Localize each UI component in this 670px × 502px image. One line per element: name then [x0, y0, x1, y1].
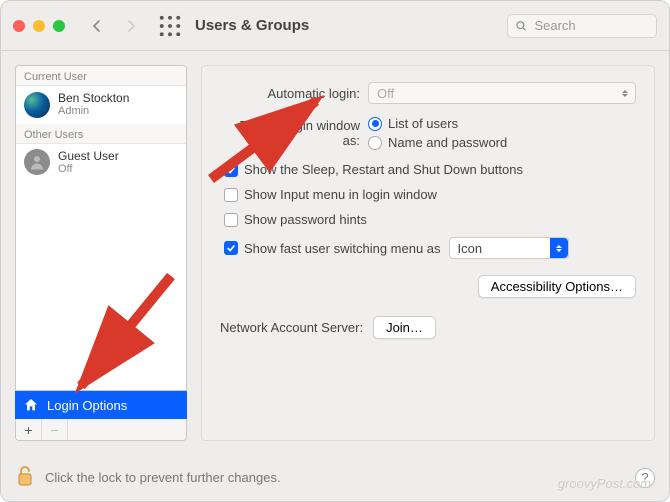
- login-options-button[interactable]: Login Options: [15, 391, 187, 419]
- check-input-menu[interactable]: Show Input menu in login window: [224, 187, 636, 202]
- main-panel: Automatic login: Off Display login windo…: [201, 65, 655, 441]
- user-name: Ben Stockton: [58, 91, 129, 105]
- other-user-row[interactable]: Guest User Off: [16, 144, 186, 182]
- check-password-hints[interactable]: Show password hints: [224, 212, 636, 227]
- radio-list-of-users[interactable]: List of users: [368, 116, 507, 131]
- checkbox-icon: [224, 188, 238, 202]
- checkbox-icon: [224, 241, 238, 255]
- automatic-login-label: Automatic login:: [220, 86, 360, 101]
- lock-row: Click the lock to prevent further change…: [15, 464, 655, 491]
- network-server-label: Network Account Server:: [220, 320, 363, 335]
- fast-switch-value: Icon: [458, 241, 483, 256]
- user-name: Guest User: [58, 149, 119, 163]
- search-field[interactable]: [507, 14, 657, 38]
- user-list: Current User Ben Stockton Admin Other Us…: [15, 65, 187, 391]
- lock-text: Click the lock to prevent further change…: [45, 470, 281, 485]
- radio-icon: [368, 136, 382, 150]
- help-button[interactable]: ?: [635, 468, 655, 488]
- forward-button[interactable]: [119, 14, 143, 38]
- other-users-header: Other Users: [16, 124, 186, 144]
- check-label: Show the Sleep, Restart and Shut Down bu…: [244, 162, 523, 177]
- display-window-label: Display login window as:: [220, 116, 360, 148]
- login-options-label: Login Options: [47, 398, 127, 413]
- close-icon[interactable]: [13, 20, 25, 32]
- avatar: [24, 149, 50, 175]
- titlebar: Users & Groups: [1, 1, 669, 51]
- zoom-icon[interactable]: [53, 20, 65, 32]
- user-role: Off: [58, 163, 119, 176]
- fast-switch-select[interactable]: Icon: [449, 237, 569, 259]
- checkbox-icon: [224, 163, 238, 177]
- prefs-window: Users & Groups Current User Ben Stockton…: [0, 0, 670, 502]
- traffic-lights: [13, 20, 65, 32]
- add-user-button[interactable]: +: [16, 419, 42, 440]
- radio-name-password[interactable]: Name and password: [368, 135, 507, 150]
- automatic-login-select[interactable]: Off: [368, 82, 636, 104]
- chevron-updown-icon: [550, 238, 568, 258]
- avatar: [24, 92, 50, 118]
- remove-user-button: −: [42, 419, 68, 440]
- content: Current User Ben Stockton Admin Other Us…: [1, 51, 669, 455]
- search-icon: [516, 20, 526, 32]
- accessibility-options-button[interactable]: Accessibility Options…: [478, 275, 636, 298]
- minimize-icon[interactable]: [33, 20, 45, 32]
- join-button[interactable]: Join…: [373, 316, 436, 339]
- radio-label: List of users: [388, 116, 458, 131]
- back-button[interactable]: [85, 14, 109, 38]
- lock-button[interactable]: [15, 464, 35, 491]
- radio-label: Name and password: [388, 135, 507, 150]
- home-icon: [23, 397, 39, 413]
- check-label: Show Input menu in login window: [244, 187, 437, 202]
- check-label: Show password hints: [244, 212, 367, 227]
- radio-icon: [368, 117, 382, 131]
- show-all-icon[interactable]: [159, 15, 181, 37]
- checkbox-icon: [224, 213, 238, 227]
- search-input[interactable]: [532, 17, 648, 34]
- automatic-login-value: Off: [377, 86, 394, 101]
- sidebar: Current User Ben Stockton Admin Other Us…: [15, 65, 187, 441]
- check-sleep-restart[interactable]: Show the Sleep, Restart and Shut Down bu…: [224, 162, 636, 177]
- window-title: Users & Groups: [195, 17, 309, 34]
- chevron-updown-icon: [619, 86, 631, 100]
- current-user-row[interactable]: Ben Stockton Admin: [16, 86, 186, 124]
- check-label: Show fast user switching menu as: [244, 241, 441, 256]
- current-user-header: Current User: [16, 66, 186, 86]
- check-fast-switching[interactable]: Show fast user switching menu as: [224, 241, 441, 256]
- user-role: Admin: [58, 105, 129, 118]
- sidebar-footer: + −: [15, 419, 187, 441]
